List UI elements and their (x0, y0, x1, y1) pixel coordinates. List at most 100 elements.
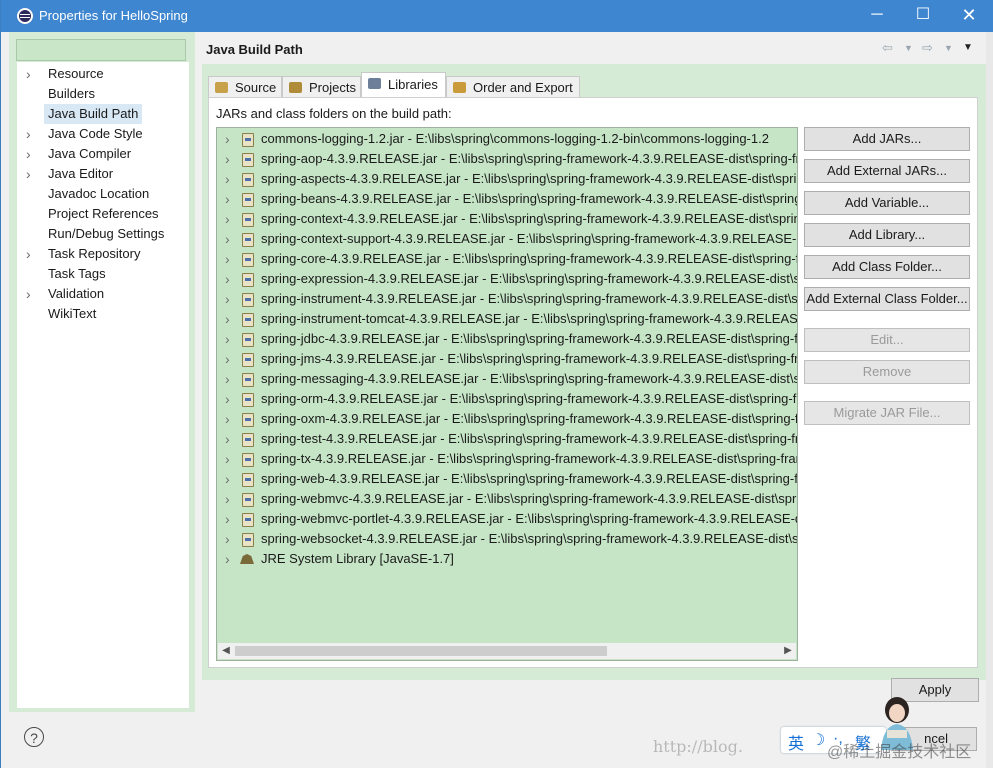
filter-input[interactable] (16, 39, 186, 61)
nav-item-java-build-path[interactable]: Java Build Path (17, 104, 189, 124)
library-entry-label: spring-expression-4.3.9.RELEASE.jar - E:… (261, 271, 797, 286)
expand-arrow-icon[interactable]: › (225, 349, 230, 369)
jar-row[interactable]: › spring-webmvc-portlet-4.3.9.RELEASE.jar… (217, 509, 797, 529)
jar-row[interactable]: › spring-aspects-4.3.9.RELEASE.jar - E:\l… (217, 169, 797, 189)
jar-row[interactable]: › spring-expression-4.3.9.RELEASE.jar - E… (217, 269, 797, 289)
jar-row[interactable]: › spring-messaging-4.3.9.RELEASE.jar - E:… (217, 369, 797, 389)
expand-arrow-icon[interactable]: › (225, 269, 230, 289)
tab-libraries[interactable]: Libraries (361, 72, 446, 99)
expand-arrow-icon[interactable]: › (225, 289, 230, 309)
nav-item-task-repository[interactable]: › Task Repository (17, 244, 189, 264)
jar-row[interactable]: › spring-webmvc-4.3.9.RELEASE.jar - E:\li… (217, 489, 797, 509)
jar-row[interactable]: › spring-test-4.3.9.RELEASE.jar - E:\libs… (217, 429, 797, 449)
jar-row[interactable]: › spring-instrument-4.3.9.RELEASE.jar - E… (217, 289, 797, 309)
tab-order-and-export[interactable]: Order and Export (446, 76, 580, 98)
expand-arrow-icon[interactable]: › (26, 244, 31, 264)
add-jars-button[interactable]: Add JARs... (804, 127, 970, 151)
view-menu-icon[interactable]: ▼ (963, 42, 973, 60)
jar-file-icon (242, 173, 254, 187)
ime-language-indicator[interactable]: 英 (788, 730, 804, 754)
jar-row[interactable]: › spring-tx-4.3.9.RELEASE.jar - E:\libs\s… (217, 449, 797, 469)
maximize-button[interactable]: ☐ (900, 0, 946, 32)
expand-arrow-icon[interactable]: › (26, 124, 31, 144)
nav-item-java-compiler[interactable]: › Java Compiler (17, 144, 189, 164)
tab-source[interactable]: Source (208, 76, 282, 98)
jar-row[interactable]: › spring-instrument-tomcat-4.3.9.RELEASE.… (217, 309, 797, 329)
jar-row[interactable]: › spring-aop-4.3.9.RELEASE.jar - E:\libs\… (217, 149, 797, 169)
expand-arrow-icon[interactable]: › (225, 329, 230, 349)
library-entry-label: spring-orm-4.3.9.RELEASE.jar - E:\libs\s… (261, 391, 797, 406)
expand-arrow-icon[interactable]: › (225, 249, 230, 269)
jre-library-row[interactable]: › JRE System Library [JavaSE-1.7] (217, 549, 797, 569)
watermark-cn: @稀土掘金技术社区 (827, 744, 972, 761)
scroll-right-icon[interactable]: ▶ (780, 643, 796, 659)
remove-button[interactable]: Remove (804, 360, 970, 384)
expand-arrow-icon[interactable]: › (225, 229, 230, 249)
expand-arrow-icon[interactable]: › (225, 509, 230, 529)
migrate-jar-file-button[interactable]: Migrate JAR File... (804, 401, 970, 425)
expand-arrow-icon[interactable]: › (225, 449, 230, 469)
expand-arrow-icon[interactable]: › (26, 284, 31, 304)
expand-arrow-icon[interactable]: › (225, 209, 230, 229)
add-variable-button[interactable]: Add Variable... (804, 191, 970, 215)
jar-row[interactable]: › spring-context-support-4.3.9.RELEASE.ja… (217, 229, 797, 249)
jar-row[interactable]: › spring-orm-4.3.9.RELEASE.jar - E:\libs\… (217, 389, 797, 409)
jar-row[interactable]: › spring-jdbc-4.3.9.RELEASE.jar - E:\libs… (217, 329, 797, 349)
nav-item-java-editor[interactable]: › Java Editor (17, 164, 189, 184)
expand-arrow-icon[interactable]: › (225, 309, 230, 329)
expand-arrow-icon[interactable]: › (26, 164, 31, 184)
expand-arrow-icon[interactable]: › (26, 144, 31, 164)
expand-arrow-icon[interactable]: › (225, 529, 230, 549)
nav-item-builders[interactable]: Builders (17, 84, 189, 104)
back-arrow-icon[interactable]: ⇦ (882, 40, 893, 58)
edit-button[interactable]: Edit... (804, 328, 970, 352)
scrollbar-thumb[interactable] (235, 646, 607, 656)
jar-row[interactable]: › spring-beans-4.3.9.RELEASE.jar - E:\lib… (217, 189, 797, 209)
nav-item-run-debug-settings[interactable]: Run/Debug Settings (17, 224, 189, 244)
jar-row[interactable]: › spring-core-4.3.9.RELEASE.jar - E:\libs… (217, 249, 797, 269)
expand-arrow-icon[interactable]: › (225, 129, 230, 149)
jar-row[interactable]: › spring-jms-4.3.9.RELEASE.jar - E:\libs\… (217, 349, 797, 369)
nav-item-validation[interactable]: › Validation (17, 284, 189, 304)
jar-row[interactable]: › spring-context-4.3.9.RELEASE.jar - E:\l… (217, 209, 797, 229)
nav-item-java-code-style[interactable]: › Java Code Style (17, 124, 189, 144)
libraries-tree[interactable]: › commons-logging-1.2.jar - E:\libs\sprin… (216, 127, 798, 661)
jar-row[interactable]: › spring-oxm-4.3.9.RELEASE.jar - E:\libs\… (217, 409, 797, 429)
nav-item-wikitext[interactable]: WikiText (17, 304, 189, 324)
expand-arrow-icon[interactable]: › (225, 189, 230, 209)
horizontal-scrollbar[interactable]: ◀ ▶ (218, 643, 796, 659)
expand-arrow-icon[interactable]: › (225, 369, 230, 389)
add-class-folder-button[interactable]: Add Class Folder... (804, 255, 970, 279)
tab-projects[interactable]: Projects (282, 76, 361, 98)
add-library-button[interactable]: Add Library... (804, 223, 970, 247)
jar-row[interactable]: › spring-websocket-4.3.9.RELEASE.jar - E:… (217, 529, 797, 549)
close-button[interactable]: ✕ (946, 0, 992, 32)
help-icon[interactable]: ? (24, 727, 44, 747)
title-bar[interactable]: Properties for HelloSpring ─ ☐ ✕ (1, 0, 993, 32)
scroll-left-icon[interactable]: ◀ (218, 643, 234, 659)
nav-item-javadoc-location[interactable]: Javadoc Location (17, 184, 189, 204)
add-external-jars-button[interactable]: Add External JARs... (804, 159, 970, 183)
expand-arrow-icon[interactable]: › (225, 389, 230, 409)
expand-arrow-icon[interactable]: › (225, 169, 230, 189)
jar-row[interactable]: › commons-logging-1.2.jar - E:\libs\sprin… (217, 129, 797, 149)
background-window-edge (986, 32, 993, 768)
back-dropdown-icon[interactable]: ▼ (904, 43, 913, 61)
expand-arrow-icon[interactable]: › (225, 549, 230, 569)
expand-arrow-icon[interactable]: › (225, 429, 230, 449)
minimize-button[interactable]: ─ (854, 0, 900, 32)
add-external-class-folder-button[interactable]: Add External Class Folder... (804, 287, 970, 311)
expand-arrow-icon[interactable]: › (26, 64, 31, 84)
nav-item-project-references[interactable]: Project References (17, 204, 189, 224)
expand-arrow-icon[interactable]: › (225, 489, 230, 509)
expand-arrow-icon[interactable]: › (225, 409, 230, 429)
nav-item-resource[interactable]: › Resource (17, 64, 189, 84)
libraries-heading: JARs and class folders on the build path… (216, 106, 452, 121)
expand-arrow-icon[interactable]: › (225, 469, 230, 489)
forward-dropdown-icon[interactable]: ▼ (944, 43, 953, 61)
jar-file-icon (242, 333, 254, 347)
jar-row[interactable]: › spring-web-4.3.9.RELEASE.jar - E:\libs\… (217, 469, 797, 489)
forward-arrow-icon[interactable]: ⇨ (922, 40, 933, 58)
expand-arrow-icon[interactable]: › (225, 149, 230, 169)
nav-item-task-tags[interactable]: Task Tags (17, 264, 189, 284)
